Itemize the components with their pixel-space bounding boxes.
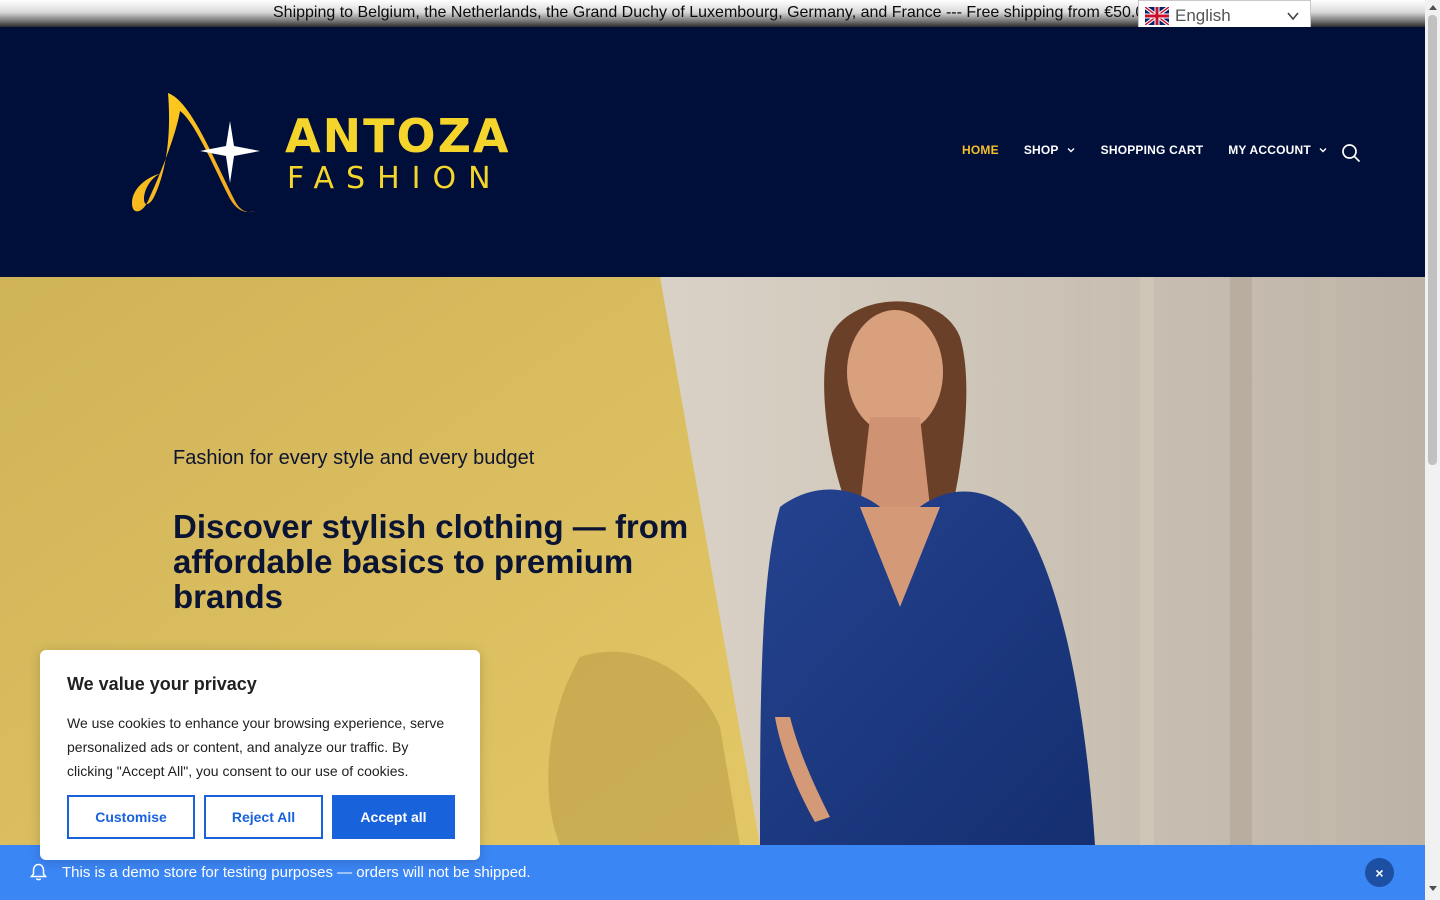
cookie-consent-dialog: We value your privacy We use cookies to …: [40, 650, 480, 860]
cookie-buttons: Customise Reject All Accept all: [67, 795, 455, 839]
main-nav: HOME SHOP SHOPPING CART MY ACCOUNT: [962, 143, 1353, 157]
language-label: English: [1175, 6, 1231, 25]
nav-cart-label: SHOPPING CART: [1100, 143, 1204, 157]
cookie-description: We use cookies to enhance your browsing …: [67, 715, 445, 779]
demo-notice-text: This is a demo store for testing purpose…: [62, 864, 531, 881]
site-logo[interactable]: ANTOZA FASHION: [130, 91, 510, 216]
reject-all-button[interactable]: Reject All: [204, 795, 323, 839]
accept-all-button[interactable]: Accept all: [332, 795, 455, 839]
site-header: ANTOZA FASHION HOME SHOP SHOPPING CART M…: [0, 27, 1425, 277]
chevron-down-icon: [1067, 148, 1075, 153]
nav-shop[interactable]: SHOP: [1024, 143, 1076, 157]
bell-icon: [30, 863, 47, 881]
uk-flag-icon: [1145, 7, 1169, 25]
brand-name: ANTOZA: [285, 109, 511, 163]
close-notice-button[interactable]: ×: [1365, 858, 1394, 887]
nav-account-label: MY ACCOUNT: [1228, 143, 1311, 157]
nav-my-account[interactable]: MY ACCOUNT: [1228, 143, 1328, 157]
nav-home[interactable]: HOME: [962, 143, 999, 157]
cookie-title: We value your privacy: [67, 674, 257, 694]
close-icon: ×: [1375, 864, 1384, 881]
search-icon[interactable]: [1341, 143, 1361, 163]
scroll-up-icon[interactable]: [1429, 4, 1437, 10]
scroll-down-icon[interactable]: [1429, 886, 1437, 892]
nav-shopping-cart[interactable]: SHOPPING CART: [1101, 143, 1204, 157]
chevron-down-icon: [1287, 12, 1299, 21]
customise-button[interactable]: Customise: [67, 795, 195, 839]
brand-tagline: FASHION: [287, 161, 503, 196]
announcement-text: Shipping to Belgium, the Netherlands, th…: [273, 4, 1154, 21]
hero-subtitle: Fashion for every style and every budget: [173, 447, 535, 469]
logo-mark-icon: [132, 93, 260, 213]
chevron-down-icon: [1319, 148, 1327, 153]
nav-home-label: HOME: [962, 143, 999, 157]
nav-shop-label: SHOP: [1023, 143, 1059, 157]
scrollbar-thumb[interactable]: [1428, 15, 1437, 465]
scrollbar[interactable]: [1425, 0, 1440, 900]
hero-title: Discover stylish clothing — from afforda…: [173, 508, 689, 615]
